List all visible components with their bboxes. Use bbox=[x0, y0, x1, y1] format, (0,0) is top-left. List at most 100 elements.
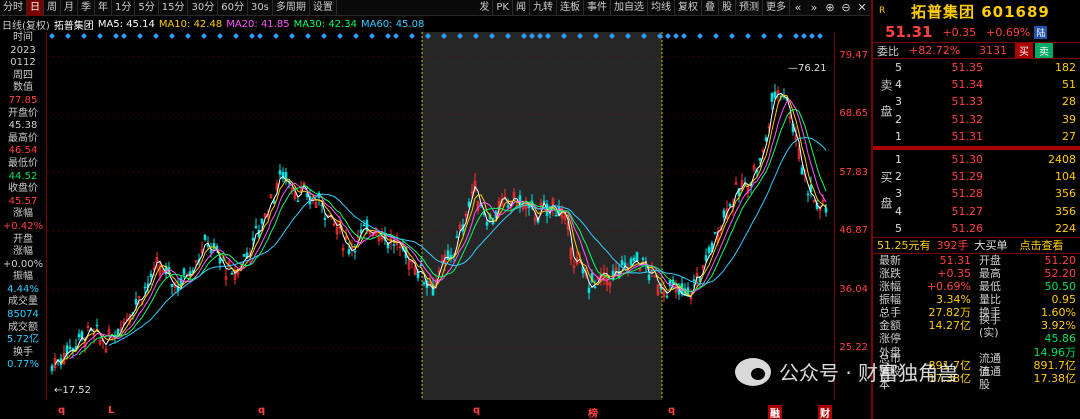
period-button[interactable]: 1分 bbox=[112, 0, 136, 16]
info-cell: 最高价 bbox=[8, 132, 38, 144]
toolbar-action-button[interactable]: 更多 bbox=[763, 0, 790, 16]
info-cell: 77.85 bbox=[8, 94, 38, 106]
stat-v: 51.31 bbox=[939, 253, 972, 267]
stat-k: 振幅 bbox=[879, 293, 901, 307]
candle-body bbox=[587, 287, 591, 293]
ask-row[interactable]: 3 51.33 28 bbox=[873, 93, 1080, 110]
period-button[interactable]: 多周期 bbox=[273, 0, 310, 16]
info-cell: 45.38 bbox=[8, 120, 38, 132]
toolbar-action-button[interactable]: PK bbox=[493, 0, 513, 16]
toolbar-action-button[interactable]: 股 bbox=[719, 0, 736, 16]
ask-row[interactable]: 5 51.35 182 bbox=[873, 59, 1080, 76]
toolbar-action-button[interactable]: 预测 bbox=[736, 0, 763, 16]
order-volume: 104 bbox=[1055, 170, 1076, 184]
ma20-label: MA20: 41.85 bbox=[226, 18, 290, 30]
stat-v2: 45.86 bbox=[1044, 332, 1077, 346]
low-annotation: ←17.52 bbox=[54, 385, 91, 396]
period-button[interactable]: 15分 bbox=[159, 0, 189, 16]
event-marker[interactable]: q bbox=[668, 405, 675, 416]
signal-diamond-icon bbox=[153, 33, 159, 39]
toolbar-action-button[interactable]: 复权 bbox=[675, 0, 702, 16]
signal-diamond-icon bbox=[729, 33, 735, 39]
period-button[interactable]: 60分 bbox=[218, 0, 248, 16]
info-cell: 换手 bbox=[13, 346, 33, 358]
stat-v2: 14.96万 bbox=[1033, 345, 1077, 359]
candle-body bbox=[179, 277, 183, 286]
stat-row: 最新 51.31 开盘 51.20 bbox=[873, 254, 1080, 267]
big-order-link[interactable]: 点击查看 bbox=[1020, 237, 1064, 253]
toolbar-action-button[interactable]: 均线 bbox=[648, 0, 675, 16]
period-button[interactable]: 设置 bbox=[310, 0, 337, 16]
stat-k2: 最低 bbox=[979, 280, 1001, 294]
event-marker[interactable]: q bbox=[473, 405, 480, 416]
event-marker[interactable]: q bbox=[258, 405, 265, 416]
stat-row: 金额 14.27亿 换手(实) 3.92% bbox=[873, 313, 1080, 339]
buy-button[interactable]: 买 bbox=[1015, 43, 1033, 58]
info-cell: 4.44% bbox=[7, 283, 39, 295]
bid-row[interactable]: 5 51.26 224 bbox=[873, 220, 1080, 237]
candle-body bbox=[419, 264, 423, 266]
period-button[interactable]: 季 bbox=[78, 0, 95, 16]
bid-row[interactable]: 3 51.28 356 bbox=[873, 185, 1080, 202]
candlestick-chart[interactable]: —76.21 ←17.52 bbox=[48, 32, 834, 400]
period-button[interactable]: 年 bbox=[95, 0, 112, 16]
close-icon[interactable]: ✕ bbox=[854, 0, 870, 16]
toolbar-action-button[interactable]: 叠 bbox=[702, 0, 719, 16]
period-button[interactable]: 日 bbox=[27, 0, 44, 16]
event-marker[interactable]: 财 bbox=[818, 405, 832, 419]
event-marker[interactable]: 榜 bbox=[588, 405, 598, 419]
candle-body bbox=[713, 232, 717, 234]
candle-body bbox=[362, 224, 366, 227]
period-button[interactable]: 5分 bbox=[135, 0, 159, 16]
toolbar-action-button[interactable]: 闻 bbox=[513, 0, 530, 16]
signal-diamond-icon bbox=[673, 33, 679, 39]
order-volume: 51 bbox=[1062, 78, 1076, 92]
info-cell: 成交额 bbox=[8, 321, 38, 333]
stock-name-label: 拓普集团 bbox=[53, 20, 94, 32]
event-marker[interactable]: 融 bbox=[768, 405, 782, 419]
period-button[interactable]: 月 bbox=[61, 0, 78, 16]
bid-row[interactable]: 1 51.30 2408 bbox=[873, 151, 1080, 168]
signal-diamond-icon bbox=[249, 33, 255, 39]
event-marker[interactable]: L bbox=[108, 405, 114, 416]
zoom-out-icon[interactable]: ⊖ bbox=[838, 0, 854, 16]
bid-row[interactable]: 2 51.29 104 bbox=[873, 168, 1080, 185]
candle-body bbox=[143, 286, 147, 289]
info-cell: 85074 bbox=[7, 309, 39, 321]
candle-body bbox=[209, 250, 213, 253]
webi-diff: 3131 bbox=[979, 44, 1007, 57]
ask-row[interactable]: 2 51.32 39 bbox=[873, 111, 1080, 128]
period-button[interactable]: 30s bbox=[248, 0, 273, 16]
zoom-in-icon[interactable]: ⊕ bbox=[822, 0, 838, 16]
stat-v2: 3.92% bbox=[1041, 319, 1076, 333]
signal-diamond-icon bbox=[385, 33, 391, 39]
next-icon[interactable]: » bbox=[806, 0, 822, 16]
axis-tick-label: 68.65 bbox=[839, 108, 868, 120]
sell-button[interactable]: 卖 bbox=[1035, 43, 1053, 58]
toolbar-action-button[interactable]: 发 bbox=[476, 0, 494, 16]
ask-row[interactable]: 4 51.34 51 bbox=[873, 76, 1080, 93]
period-button[interactable]: 30分 bbox=[188, 0, 219, 16]
candle-body bbox=[230, 272, 234, 275]
ask-row[interactable]: 1 51.31 27 bbox=[873, 128, 1080, 145]
signal-diamond-icon bbox=[697, 33, 703, 39]
candle-body bbox=[446, 250, 450, 260]
candle-body bbox=[95, 324, 99, 327]
toolbar-action-button[interactable]: 事件 bbox=[584, 0, 611, 16]
webi-label: 委比 bbox=[877, 44, 899, 58]
candle-body bbox=[242, 254, 246, 257]
bid-row[interactable]: 4 51.27 356 bbox=[873, 203, 1080, 220]
prev-icon[interactable]: « bbox=[790, 0, 806, 16]
candle-body bbox=[77, 333, 81, 338]
chart-type-label[interactable]: 日线(复权) bbox=[2, 17, 50, 32]
event-marker[interactable]: q bbox=[58, 405, 65, 416]
stat-v2: 891.7亿 bbox=[1033, 358, 1077, 372]
period-button[interactable]: 周 bbox=[44, 0, 61, 16]
period-button[interactable]: 分时 bbox=[0, 0, 27, 16]
stat-k: 金额 bbox=[879, 319, 901, 333]
toolbar-action-button[interactable]: 连板 bbox=[557, 0, 584, 16]
toolbar-action-button[interactable]: 九转 bbox=[530, 0, 557, 16]
toolbar-action-button[interactable]: 加自选 bbox=[611, 0, 648, 16]
candle-body bbox=[254, 225, 258, 229]
stat-v: 27.82万 bbox=[928, 306, 972, 320]
